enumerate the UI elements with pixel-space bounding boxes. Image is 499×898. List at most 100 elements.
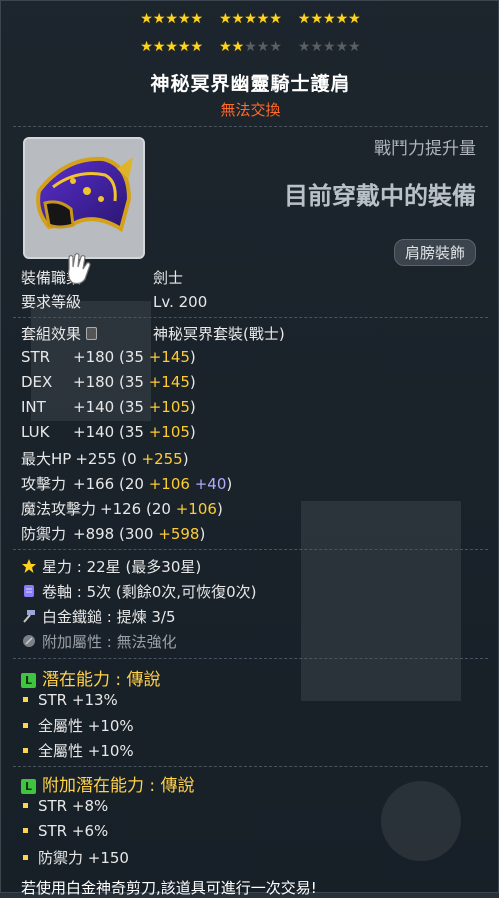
star-filled-icon: ★ [297, 11, 311, 27]
bullet-icon [23, 855, 28, 860]
stat-name: DEX [21, 373, 53, 391]
star-filled-icon: ★ [219, 39, 232, 55]
legendary-badge-icon: L [21, 673, 36, 688]
item-tooltip: ★★★★★ ★★★★★ ★★★★★ ★★★★★ ★★★★★ ★★★★★ 神秘冥界幽靈騎士… [0, 0, 499, 897]
potential-title: 潛在能力 : 傳說 [42, 670, 161, 690]
stat-bonus: +145 [148, 348, 190, 366]
bonus-potential-line: 防禦力 +150 [21, 847, 129, 868]
stat-base: 20 [151, 500, 171, 518]
stat-base: 35 [124, 373, 144, 391]
star-filled-icon: ★ [348, 11, 361, 27]
stat-extra: +40 [194, 475, 227, 493]
level-row: 要求等級 Lv. 200 [21, 291, 207, 312]
legendary-badge-icon: L [21, 779, 36, 794]
hammer-row: 白金鐵鎚 : 提煉 3/5 [21, 606, 176, 627]
star-group: ★★★★★ [140, 11, 203, 27]
set-name: 神秘冥界套裝(戰士) [153, 325, 285, 343]
scroll-text: 卷軸 : 5次 (剩餘0次,可恢復0次) [42, 583, 257, 601]
stat-name: 攻擊力 [21, 475, 67, 493]
item-name: 神秘冥界幽靈騎士護肩 [150, 73, 351, 95]
potential-title-row: L 潛在能力 : 傳說 [21, 665, 161, 690]
potential-line: STR +13% [21, 691, 118, 709]
star-group: ★★★★★ [219, 39, 282, 55]
star-empty-icon: ★ [323, 39, 336, 55]
scroll-row: 卷軸 : 5次 (剩餘0次,可恢復0次) [21, 581, 256, 602]
star-filled-icon: ★ [335, 11, 349, 27]
stat-row: 魔法攻擊力 +126 (20 +106) [21, 498, 223, 519]
stat-total: +140 [73, 423, 115, 441]
stat-bonus: +145 [148, 373, 190, 391]
level-label: 要求等級 [21, 293, 82, 311]
stat-close-paren: ) [199, 525, 206, 543]
bullet-icon [23, 723, 28, 728]
stat-close-paren: ) [189, 398, 196, 416]
star-filled-icon: ★ [177, 39, 191, 55]
star-filled-icon: ★ [231, 39, 245, 55]
divider [13, 126, 488, 127]
potential-line-text: STR +13% [38, 691, 118, 709]
stat-total: +140 [73, 398, 115, 416]
stat-bonus: +106 [175, 500, 217, 518]
star-filled-icon: ★ [244, 11, 257, 27]
star-filled-icon: ★ [152, 11, 166, 27]
stat-row: DEX +180 (35 +145) [21, 373, 196, 391]
bullet-icon [23, 803, 28, 808]
bonus-potential-title: 附加潛在能力 : 傳說 [42, 776, 195, 796]
stat-row: LUK +140 (35 +105) [21, 423, 196, 441]
potential-line-text: 全屬性 +10% [38, 742, 134, 760]
star-group: ★★★★★ [298, 11, 361, 27]
star-filled-icon: ★ [219, 11, 232, 27]
bonus-potential-line-text: STR +8% [38, 797, 109, 815]
star-empty-icon: ★ [310, 39, 324, 55]
star-filled-icon: ★ [152, 39, 166, 55]
star-empty-icon: ★ [335, 39, 349, 55]
stat-close-paren: ) [189, 423, 196, 441]
star-filled-icon: ★ [231, 11, 245, 27]
bonus-potential-line-text: 防禦力 +150 [38, 849, 129, 867]
star-filled-icon: ★ [177, 11, 191, 27]
slot-badge: 肩膀裝飾 [393, 239, 476, 266]
bullet-icon [23, 748, 28, 753]
stat-total: +180 [73, 373, 115, 391]
potential-line: 全屬性 +10% [21, 740, 134, 761]
power-increase-label: 戰鬥力提升量 [374, 139, 476, 159]
stat-close-paren: ) [182, 450, 189, 468]
stat-total: +898 [73, 525, 115, 543]
bullet-icon [23, 697, 28, 702]
divider [13, 317, 488, 318]
stat-total: +180 [73, 348, 115, 366]
starforce-text: 星力 : 22星 (最多30星) [42, 558, 202, 576]
stat-bonus: +598 [158, 525, 200, 543]
bonus-potential-line: STR +6% [21, 822, 108, 840]
stat-total: +255 [75, 450, 117, 468]
star-filled-icon: ★ [165, 11, 178, 27]
shoulder-armor-icon [36, 156, 133, 233]
divider [13, 549, 488, 550]
stat-total: +126 [100, 500, 142, 518]
stat-close-paren: ) [226, 475, 233, 493]
stat-base: 300 [124, 525, 154, 543]
star-empty-icon: ★ [348, 39, 361, 55]
bonus-potential-line: STR +8% [21, 797, 108, 815]
stat-row: 攻擊力 +166 (20 +106 +40) [21, 473, 232, 494]
stat-bonus: +105 [148, 423, 190, 441]
stat-bonus: +106 [148, 475, 190, 493]
star-filled-icon: ★ [140, 11, 153, 27]
stat-name: INT [21, 398, 46, 416]
stat-row: 最大HP +255 (0 +255) [21, 448, 189, 469]
star-filled-icon: ★ [190, 39, 204, 55]
star-group: ★★★★★ [140, 39, 203, 55]
stat-bonus: +255 [141, 450, 183, 468]
job-value: 劍士 [153, 269, 184, 287]
divider [13, 658, 488, 659]
stat-row: INT +140 (35 +105) [21, 398, 196, 416]
item-icon-frame [23, 137, 145, 259]
star-filled-icon: ★ [140, 39, 153, 55]
cursor-hand-icon [61, 249, 101, 293]
stat-base: 0 [127, 450, 137, 468]
bullet-icon [23, 828, 28, 833]
set-row: 套組效果 神秘冥界套裝(戰士) [21, 323, 285, 344]
divider [13, 766, 488, 767]
stat-name: 防禦力 [21, 525, 67, 543]
stat-name: LUK [21, 423, 50, 441]
